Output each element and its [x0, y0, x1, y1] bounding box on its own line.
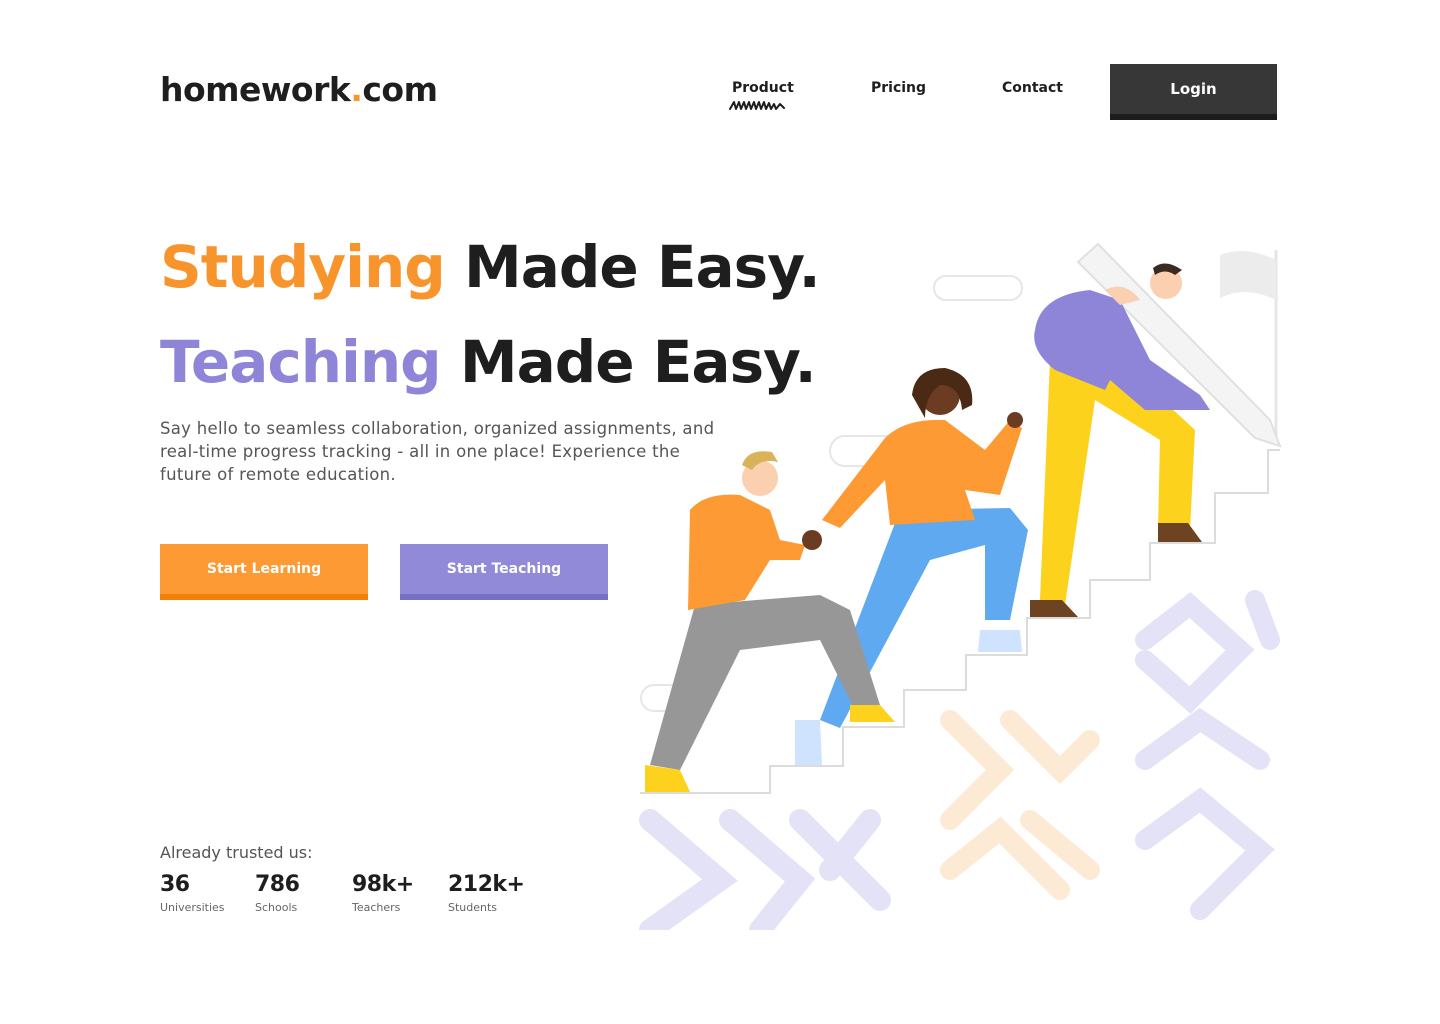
stat-value: 36 [160, 872, 190, 897]
brand-dot: . [350, 70, 363, 109]
stat-students: 212k+ Students [448, 872, 525, 914]
stat-value: 212k+ [448, 872, 525, 897]
trusted-label: Already trusted us: [160, 843, 313, 862]
headline-highlight-teaching: Teaching [160, 328, 442, 396]
stat-label: Universities [160, 901, 225, 914]
nav-pricing[interactable]: Pricing [871, 80, 926, 96]
pattern-purple-right [1135, 590, 1280, 920]
stat-value: 98k+ [352, 872, 414, 897]
stat-universities: 36 Universities [160, 872, 225, 914]
cloud [933, 275, 1023, 301]
stat-teachers: 98k+ Teachers [352, 872, 414, 914]
stat-label: Schools [255, 901, 298, 914]
brand-tld: com [362, 70, 438, 109]
nav-product[interactable]: Product [732, 80, 794, 96]
pattern-purple-bottom [639, 809, 891, 930]
person-right [1030, 263, 1210, 617]
stat-schools: 786 Schools [255, 872, 300, 914]
stat-label: Teachers [352, 901, 401, 914]
stat-value: 786 [255, 872, 300, 897]
hero-illustration [639, 242, 1282, 930]
nav-contact[interactable]: Contact [1002, 80, 1063, 96]
start-teaching-button[interactable]: Start Teaching [400, 544, 608, 600]
brand-logo[interactable]: homework.com [160, 70, 438, 109]
stat-label: Students [448, 901, 498, 914]
login-button[interactable]: Login [1110, 64, 1277, 120]
brand-name: homework [160, 70, 351, 109]
squiggle-underline-icon [729, 101, 785, 110]
start-learning-button[interactable]: Start Learning [160, 544, 368, 600]
person-middle [795, 368, 1028, 765]
pattern-orange [940, 710, 1100, 900]
headline-highlight-studying: Studying [160, 233, 446, 301]
